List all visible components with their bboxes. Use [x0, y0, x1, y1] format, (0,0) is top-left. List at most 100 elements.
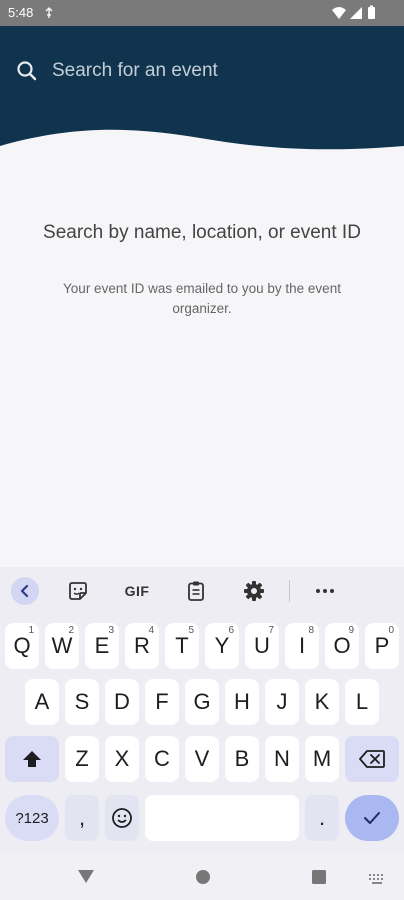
- check-icon: [364, 812, 380, 824]
- settings-button[interactable]: [240, 578, 268, 604]
- key-d[interactable]: D: [105, 679, 139, 725]
- key-label: B: [234, 746, 250, 771]
- comma-key[interactable]: ,: [65, 795, 99, 841]
- key-label: Z: [75, 746, 89, 771]
- key-q[interactable]: Q1: [5, 623, 39, 669]
- search-input[interactable]: [52, 60, 312, 82]
- key-label: C: [154, 746, 170, 771]
- numbers-key[interactable]: ?123: [5, 795, 59, 841]
- gif-button[interactable]: GIF: [119, 578, 155, 604]
- key-hint: 1: [28, 625, 34, 636]
- soft-keyboard: G I F Q 1 W 2 E 3 R 4 T 5 Y 6 U 7 I 8 O 9 …: [0, 567, 404, 853]
- signal-icon: [350, 7, 362, 19]
- keyboard-toolbar: GIF: [0, 567, 404, 613]
- key-hint: 0: [388, 625, 394, 636]
- search-icon: [17, 61, 37, 81]
- home-circle-icon[interactable]: [195, 869, 211, 885]
- key-label: W: [51, 633, 73, 658]
- header: [0, 26, 404, 156]
- key-z[interactable]: Z: [65, 736, 99, 782]
- clipboard-button[interactable]: [182, 578, 210, 604]
- key-r[interactable]: R4: [125, 623, 159, 669]
- key-f[interactable]: F: [145, 679, 179, 725]
- sticker-button[interactable]: [64, 578, 92, 604]
- key-p[interactable]: P0: [365, 623, 399, 669]
- key-t[interactable]: T5: [165, 623, 199, 669]
- key-label: S: [74, 689, 90, 714]
- key-hint: 4: [148, 625, 154, 636]
- key-hint: 8: [308, 625, 314, 636]
- key-j[interactable]: J: [265, 679, 299, 725]
- key-label: T: [175, 633, 189, 658]
- key-a[interactable]: A: [25, 679, 59, 725]
- status-time: 5:48: [8, 5, 34, 20]
- key-label: P: [374, 633, 390, 658]
- key-label: E: [94, 633, 110, 658]
- status-bar: 5:48: [0, 0, 404, 26]
- more-icon: [316, 589, 334, 593]
- emoji-icon: [112, 808, 132, 828]
- enter-key[interactable]: [345, 795, 399, 841]
- keyboard-icon[interactable]: [368, 873, 386, 885]
- key-label: V: [194, 746, 210, 771]
- key-w[interactable]: W2: [45, 623, 79, 669]
- key-hint: 7: [268, 625, 274, 636]
- key-label: G: [193, 689, 211, 714]
- key-v[interactable]: V: [185, 736, 219, 782]
- empty-state-title: Search by name, location, or event ID: [43, 222, 361, 243]
- key-i[interactable]: I8: [285, 623, 319, 669]
- key-label: U: [254, 633, 270, 658]
- key-s[interactable]: S: [65, 679, 99, 725]
- key-o[interactable]: O9: [325, 623, 359, 669]
- header-wave: [0, 129, 404, 156]
- key-label: I: [298, 633, 306, 658]
- back-triangle-icon[interactable]: [77, 869, 95, 884]
- clipboard-icon: [188, 581, 204, 601]
- gif-label: GIF: [124, 583, 150, 599]
- key-h[interactable]: H: [225, 679, 259, 725]
- key-hint: 5: [188, 625, 194, 636]
- gear-icon: [244, 581, 264, 601]
- shift-icon: [23, 751, 41, 767]
- key-label: H: [234, 689, 250, 714]
- emoji-key[interactable]: [105, 795, 139, 841]
- period-key[interactable]: .: [305, 795, 339, 841]
- key-label: D: [114, 689, 130, 714]
- key-label: R: [134, 633, 150, 658]
- more-button[interactable]: [311, 578, 339, 604]
- key-label: J: [276, 689, 288, 714]
- shift-key[interactable]: [5, 736, 59, 782]
- space-key[interactable]: [145, 795, 299, 841]
- toolbar-divider: [289, 580, 290, 602]
- search-bar[interactable]: [16, 58, 312, 84]
- key-hint: 2: [68, 625, 74, 636]
- backspace-key[interactable]: [345, 736, 399, 782]
- key-label: N: [274, 746, 290, 771]
- key-label: M: [312, 746, 332, 771]
- key-hint: 6: [228, 625, 234, 636]
- key-c[interactable]: C: [145, 736, 179, 782]
- key-label: O: [333, 633, 351, 658]
- key-u[interactable]: U7: [245, 623, 279, 669]
- key-e[interactable]: E3: [85, 623, 119, 669]
- wifi-icon: [332, 7, 346, 19]
- key-label: ?123: [15, 809, 49, 827]
- key-label: Q: [13, 633, 31, 658]
- key-l[interactable]: L: [345, 679, 379, 725]
- key-b[interactable]: B: [225, 736, 259, 782]
- key-n[interactable]: N: [265, 736, 299, 782]
- key-x[interactable]: X: [105, 736, 139, 782]
- key-label: .: [318, 805, 326, 830]
- key-label: X: [114, 746, 130, 771]
- key-label: Y: [214, 633, 230, 658]
- key-g[interactable]: G: [185, 679, 219, 725]
- key-hint: 3: [108, 625, 114, 636]
- toolbar-back-button[interactable]: [11, 577, 39, 605]
- key-y[interactable]: Y6: [205, 623, 239, 669]
- notification-icon: [45, 7, 53, 18]
- recents-square-icon[interactable]: [311, 869, 327, 885]
- key-hint: 9: [348, 625, 354, 636]
- key-k[interactable]: K: [305, 679, 339, 725]
- key-label: F: [155, 689, 169, 714]
- key-m[interactable]: M: [305, 736, 339, 782]
